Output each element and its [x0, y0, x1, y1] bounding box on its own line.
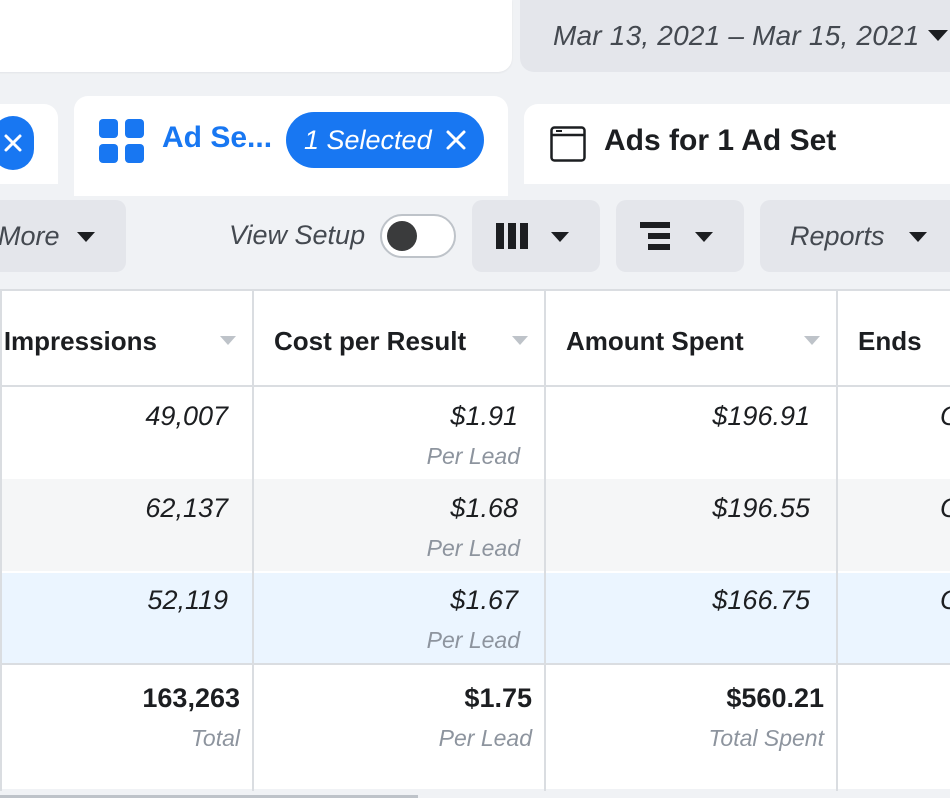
header-amount-spent[interactable]: Amount Spent: [566, 326, 744, 357]
ad-icon: [550, 126, 586, 162]
cell-cost-type: Per Lead: [426, 535, 520, 561]
date-range-label: Mar 13, 2021 – Mar 15, 2021: [553, 20, 920, 51]
total-impressions: 163,263: [142, 683, 240, 713]
cell-impressions: 49,007: [145, 401, 228, 431]
header-cost-per-result[interactable]: Cost per Result: [274, 326, 466, 357]
total-cost-per-result: $1.75: [464, 683, 532, 713]
cell-ends: O: [940, 585, 950, 616]
cell-ends: O: [940, 401, 950, 432]
reports-button-label: Reports: [790, 220, 885, 251]
sort-caret-icon[interactable]: [512, 336, 528, 345]
more-button-label: More: [0, 220, 60, 251]
cell-cost-type: Per Lead: [426, 443, 520, 469]
view-setup-label: View Setup: [229, 220, 366, 250]
selected-count-label: 1 Selected: [304, 124, 432, 155]
header-impressions[interactable]: Impressions: [4, 326, 157, 357]
chevron-down-icon: [695, 232, 713, 242]
close-icon: [4, 134, 22, 152]
totals-divider: [0, 663, 950, 665]
sort-caret-icon[interactable]: [220, 336, 236, 345]
view-setup-toggle[interactable]: [380, 214, 456, 258]
cell-amount-spent: $196.91: [712, 401, 810, 431]
column-divider: [544, 291, 546, 791]
sort-caret-icon[interactable]: [804, 336, 820, 345]
cell-cost-per-result: $1.68: [450, 493, 518, 523]
total-cost-type: Per Lead: [438, 725, 532, 751]
cell-cost-type: Per Lead: [426, 627, 520, 653]
chevron-down-icon: [551, 232, 569, 242]
breakdown-button[interactable]: [616, 200, 744, 272]
clear-selection-button[interactable]: [0, 116, 34, 170]
column-divider: [252, 291, 254, 791]
cell-impressions: 52,119: [147, 585, 228, 615]
ads-manager-screen: Mar 13, 2021 – Mar 15, 2021 Ad Se... 1 S…: [0, 0, 950, 798]
cell-amount-spent: $196.55: [712, 493, 810, 523]
columns-icon: [496, 223, 528, 249]
cell-cost-per-result: $1.91: [450, 401, 518, 431]
cell-impressions: 62,137: [145, 493, 228, 523]
column-divider: [0, 291, 2, 791]
header-ends[interactable]: Ends: [858, 326, 922, 357]
column-divider: [836, 291, 838, 791]
tab-ad-sets-label: Ad Se...: [162, 121, 273, 154]
chevron-down-icon[interactable]: [928, 30, 948, 41]
cell-ends: O: [940, 493, 950, 524]
date-range-picker[interactable]: Mar 13, 2021 – Mar 15, 2021: [520, 0, 950, 72]
total-impressions-label: Total: [190, 725, 240, 751]
search-bar[interactable]: [0, 0, 512, 72]
chevron-down-icon: [77, 232, 95, 242]
results-table: Impressions Cost per Result Amount Spent…: [0, 289, 950, 791]
cell-amount-spent: $166.75: [712, 585, 810, 615]
columns-button[interactable]: [472, 200, 600, 272]
tab-ads-label: Ads for 1 Ad Set: [604, 124, 837, 157]
close-icon[interactable]: [444, 128, 468, 152]
chevron-down-icon: [909, 232, 927, 242]
cell-cost-per-result: $1.67: [450, 585, 518, 615]
header-divider: [0, 385, 950, 387]
more-button[interactable]: More: [0, 200, 126, 272]
breakdown-icon: [640, 222, 670, 250]
total-spent-label: Total Spent: [708, 725, 824, 751]
total-amount-spent: $560.21: [726, 683, 824, 713]
grid-icon: [99, 119, 144, 163]
toggle-knob: [387, 221, 417, 251]
